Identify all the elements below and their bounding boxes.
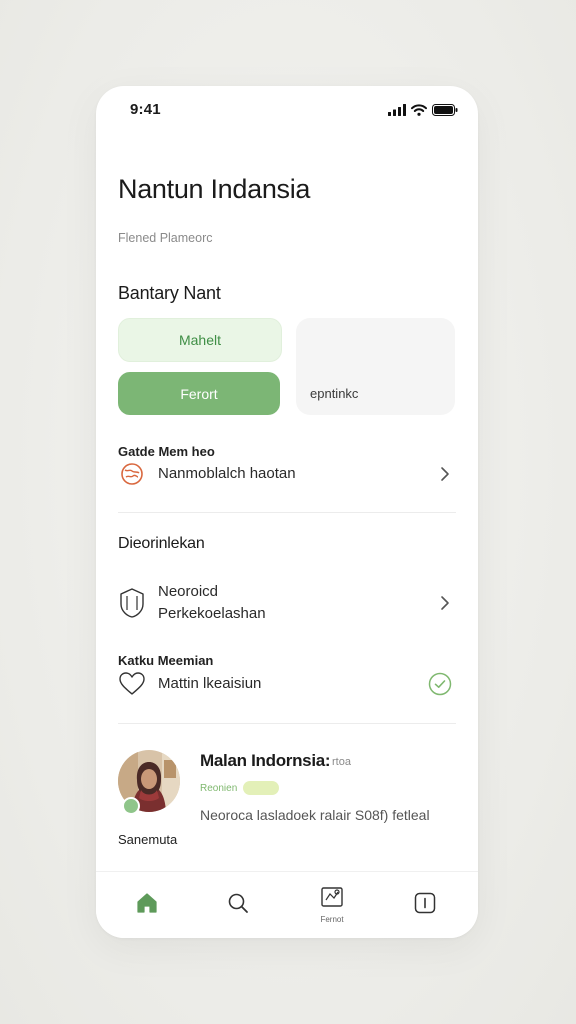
page-subtitle: Flened Plameorc xyxy=(118,231,213,245)
profile-meta-label: Reonien xyxy=(200,782,238,794)
battery-icon xyxy=(432,103,458,121)
discover-section-title: Dieorinlekan xyxy=(118,535,205,552)
profile-name: Malan Indornsia: xyxy=(200,751,331,770)
divider xyxy=(118,723,456,724)
leaf-badge-icon xyxy=(122,797,140,815)
check-circle-icon[interactable] xyxy=(428,672,452,696)
tab-bar: Fernot xyxy=(96,871,478,938)
status-bar: 9:41 xyxy=(96,86,478,134)
plan-option-card[interactable]: epntinkc xyxy=(296,318,455,415)
chevron-right-icon xyxy=(440,466,450,482)
page-title: Nantun Indansia xyxy=(118,174,311,204)
plan-option-primary-button[interactable]: Ferort xyxy=(118,372,280,415)
discover-item-line2: Perkekoelashan xyxy=(158,605,266,622)
row-one-item[interactable]: Nanmoblalch haotan xyxy=(118,460,456,488)
row-three-label: Mattin lkeaisiun xyxy=(158,675,262,692)
profile-name-tag: rtoa xyxy=(332,756,351,768)
globe-icon xyxy=(118,460,146,488)
tab-map-label: Fernot xyxy=(320,915,344,924)
wifi-icon xyxy=(411,103,427,121)
discover-item[interactable]: Neoroicd Perkekoelashan xyxy=(118,580,456,626)
tab-map[interactable]: Fernot xyxy=(287,872,377,938)
search-icon xyxy=(226,891,250,920)
chevron-right-icon xyxy=(440,595,450,611)
shield-icon xyxy=(118,588,146,618)
heart-icon xyxy=(118,670,146,698)
row-one-heading: Gatde Mem heo xyxy=(118,444,215,459)
status-icons xyxy=(388,103,458,121)
signal-icon xyxy=(388,103,406,121)
status-time: 9:41 xyxy=(130,101,161,118)
plan-option-light-button[interactable]: Mahelt xyxy=(118,318,282,362)
page-background: 9:41 Nantun Indansia Flened Plameorc Ban… xyxy=(0,0,576,1024)
home-icon xyxy=(135,891,159,920)
divider xyxy=(118,512,456,513)
profile-badge xyxy=(243,781,280,795)
info-icon xyxy=(413,891,437,920)
discover-item-text: Neoroicd Perkekoelashan xyxy=(158,581,266,625)
row-three-item[interactable]: Mattin lkeaisiun xyxy=(118,670,456,698)
row-one-label: Nanmoblalch haotan xyxy=(158,465,296,482)
phone-frame: 9:41 Nantun Indansia Flened Plameorc Ban… xyxy=(96,86,478,938)
plan-option-card-label: epntinkc xyxy=(310,386,359,401)
map-icon xyxy=(320,886,344,913)
plan-section-title: Bantary Nant xyxy=(118,283,221,303)
tab-info[interactable] xyxy=(380,872,470,938)
row-three-heading: Katku Meemian xyxy=(118,653,214,668)
tab-home[interactable] xyxy=(102,872,192,938)
tab-search[interactable] xyxy=(193,872,283,938)
profile-description: Neoroca lasladoek ralair S08f) fetleal xyxy=(200,807,430,823)
profile-meta: Reonien xyxy=(200,781,280,795)
profile-caption: Sanemuta xyxy=(118,832,178,847)
discover-item-line1: Neoroicd xyxy=(158,583,219,600)
